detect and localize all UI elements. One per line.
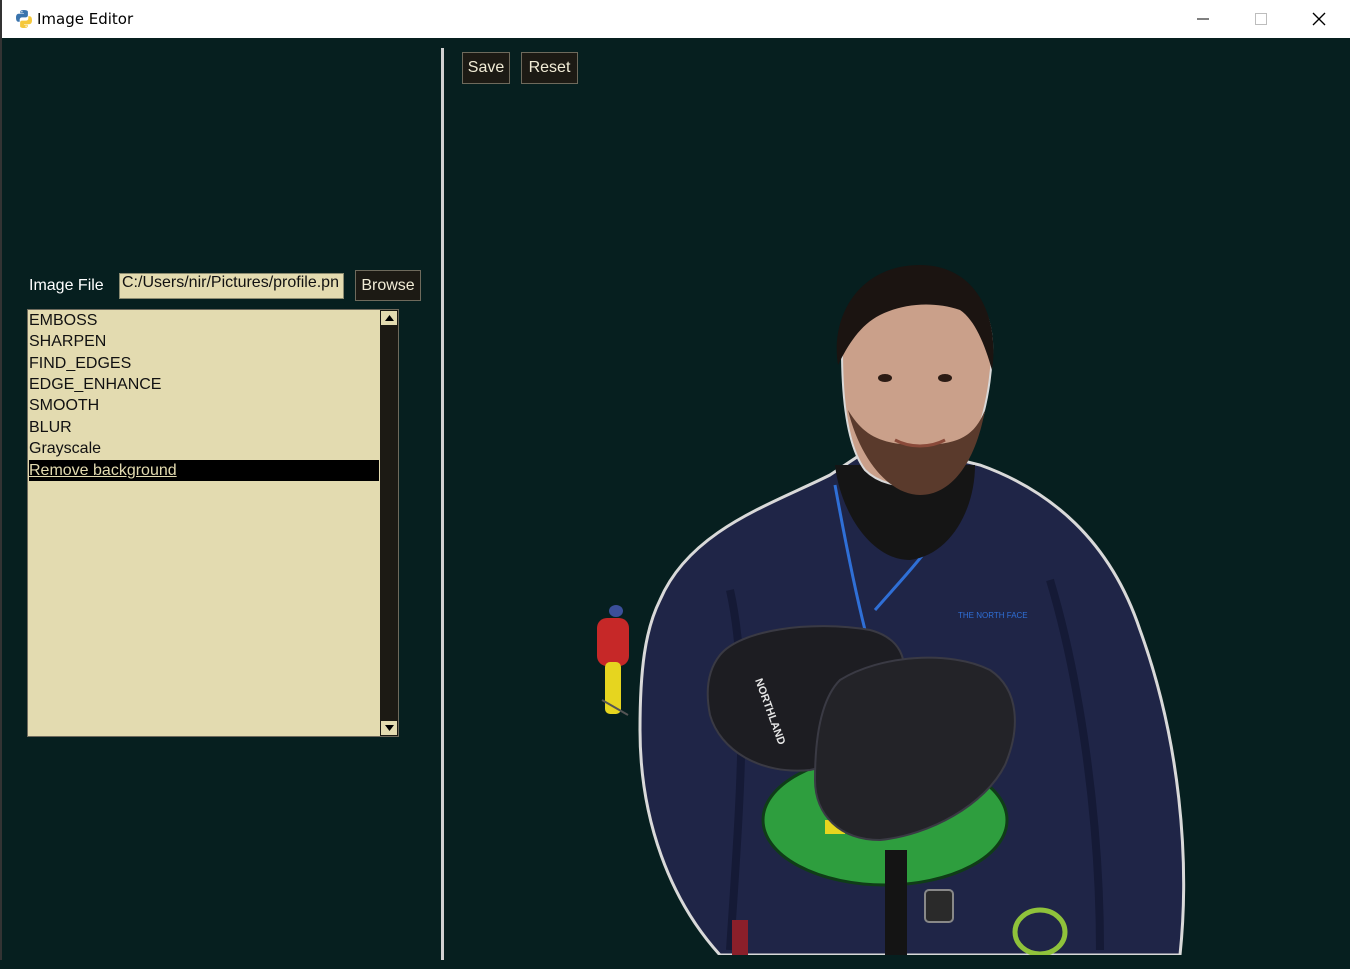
scroll-down-button[interactable] (381, 721, 397, 735)
panel-divider (441, 48, 444, 960)
image-preview: THE NORTH FACE NORTHLAND (597, 265, 1186, 955)
image-file-label: Image File (29, 277, 104, 294)
window-title: Image Editor (37, 10, 134, 28)
face (836, 265, 994, 495)
minimize-icon (1197, 18, 1209, 20)
save-button[interactable]: Save (462, 52, 510, 84)
arrow-up-icon (384, 315, 394, 321)
list-item-smooth[interactable]: SMOOTH (29, 395, 99, 416)
arrow-down-icon (384, 725, 394, 731)
list-item-sharpen[interactable]: SHARPEN (29, 331, 106, 352)
list-item-blur[interactable]: BLUR (29, 417, 72, 438)
browse-button[interactable]: Browse (355, 270, 421, 301)
list-item-grayscale[interactable]: Grayscale (29, 438, 101, 459)
close-button[interactable] (1290, 0, 1348, 38)
jacket-logo: THE NORTH FACE (958, 611, 1028, 620)
bottom-strip (0, 960, 1350, 969)
reset-button[interactable]: Reset (521, 52, 578, 84)
skier-figure (597, 605, 629, 716)
maximize-button[interactable] (1232, 0, 1290, 38)
filter-listbox[interactable]: EMBOSS SHARPEN FIND_EDGES EDGE_ENHANCE S… (27, 309, 399, 737)
list-item-find-edges[interactable]: FIND_EDGES (29, 353, 131, 374)
list-item-edge-enhance[interactable]: EDGE_ENHANCE (29, 374, 161, 395)
listbox-scrollbar[interactable] (380, 310, 398, 736)
scroll-up-button[interactable] (381, 311, 397, 325)
maximize-icon (1255, 13, 1267, 25)
image-file-input[interactable]: C:/Users/nir/Pictures/profile.pn (119, 273, 344, 299)
window-left-edge (0, 0, 2, 969)
list-item-emboss[interactable]: EMBOSS (29, 310, 97, 331)
python-icon (16, 10, 32, 28)
minimize-button[interactable] (1174, 0, 1232, 38)
title-bar: Image Editor (2, 0, 1350, 38)
close-icon (1312, 12, 1326, 26)
list-item-remove-background[interactable]: Remove background (29, 460, 379, 481)
